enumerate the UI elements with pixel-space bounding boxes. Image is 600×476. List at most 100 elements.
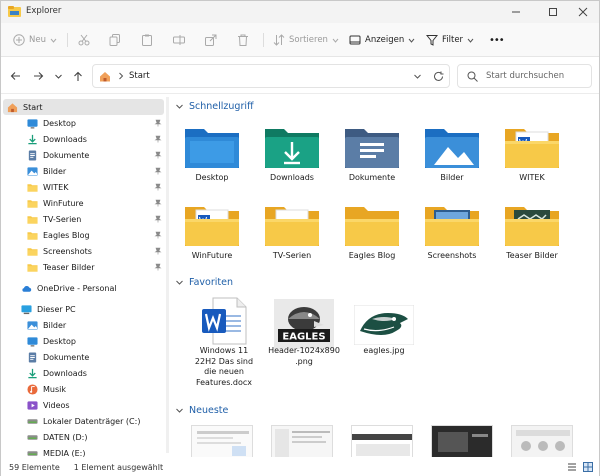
sidebar-item[interactable]: MEDIA (E:) [3, 445, 164, 457]
sidebar-item[interactable]: Screenshots [3, 243, 164, 259]
share-icon [205, 34, 217, 46]
quick-access-label: Screenshots [427, 251, 477, 260]
sidebar-item[interactable]: Bilder [3, 317, 164, 333]
favorite-item-docx[interactable]: Windows 11 22H2 Das sind die neuen Featu… [187, 295, 261, 387]
screenshot-preview [352, 426, 412, 457]
folder-icon [345, 207, 399, 246]
share-button[interactable] [205, 31, 217, 49]
explorer-app-icon [8, 6, 21, 17]
tiles-view-icon[interactable] [583, 462, 593, 472]
arrow-right-icon [33, 72, 43, 80]
quick-access-item[interactable]: Teaser Bilder [495, 195, 569, 265]
sort-button[interactable]: Sortieren [273, 31, 339, 49]
sidebar-item[interactable]: Dokumente [3, 147, 164, 163]
address-bar[interactable]: Start [92, 64, 450, 88]
search-placeholder: Start durchsuchen [486, 71, 565, 81]
copy-button[interactable] [109, 31, 121, 49]
details-view-icon[interactable] [567, 462, 577, 472]
section-header-quick-access[interactable]: Schnellzugriff [175, 101, 254, 112]
sidebar-item[interactable]: Downloads [3, 131, 164, 147]
sidebar-item[interactable]: TV-Serien [3, 211, 164, 227]
sidebar-item[interactable]: Desktop [3, 115, 164, 131]
quick-access-item[interactable]: TV-Serien [255, 195, 329, 265]
quick-access-item[interactable]: Dokumente [335, 117, 409, 187]
sidebar-item[interactable]: OneDrive - Personal [3, 280, 164, 296]
search-icon [467, 71, 478, 82]
quick-access-label: TV-Serien [272, 251, 312, 260]
sidebar-item[interactable]: Start [3, 99, 164, 115]
sidebar-item[interactable]: Musik [3, 381, 164, 397]
quick-access-item[interactable]: Eagles Blog [335, 195, 409, 265]
minimize-icon [512, 11, 520, 13]
pin-icon [154, 247, 162, 255]
quick-access-title: Schnellzugriff [189, 101, 254, 112]
recent-item-thumbnail[interactable] [431, 425, 493, 457]
sidebar-item[interactable]: Dokumente [3, 349, 164, 365]
paste-button[interactable] [141, 31, 153, 49]
eagle-head-thumbnail [354, 305, 414, 345]
chevron-down-icon[interactable] [413, 72, 422, 81]
sidebar-item-label: WITEK [43, 182, 69, 192]
sidebar-item[interactable]: Bilder [3, 163, 164, 179]
quick-access-item[interactable]: Bilder [415, 117, 489, 187]
section-header-recent[interactable]: Neueste [175, 405, 228, 416]
drive-icon [27, 450, 38, 456]
recent-title: Neueste [189, 405, 229, 416]
quick-access-label: Dokumente [348, 173, 396, 182]
video-icon [27, 400, 38, 410]
more-options-button[interactable]: ••• [489, 31, 505, 49]
sidebar-scrollbar[interactable] [166, 97, 169, 453]
sidebar-item[interactable]: WITEK [3, 179, 164, 195]
recent-item-thumbnail[interactable] [191, 425, 253, 457]
folder-icon [505, 207, 559, 246]
chevron-down-icon [50, 38, 57, 43]
favorite-item-header-png[interactable]: EAGLES Header-1024x890 .png [267, 295, 341, 387]
sidebar-item[interactable]: Eagles Blog [3, 227, 164, 243]
quick-access-label: Downloads [270, 173, 314, 182]
quick-access-item[interactable]: Desktop [175, 117, 249, 187]
status-bar: 59 Elemente 1 Element ausgewählt [1, 458, 599, 476]
quick-access-item[interactable]: WinFuture [175, 195, 249, 265]
rename-button[interactable] [173, 31, 185, 49]
sidebar-item[interactable]: Downloads [3, 365, 164, 381]
sidebar-item-label: OneDrive - Personal [37, 283, 117, 293]
maximize-button[interactable] [536, 1, 570, 23]
filter-button[interactable]: Filter [426, 31, 474, 49]
favorite-label: Header-1024x890 .png [267, 346, 341, 367]
cut-button[interactable] [78, 31, 90, 49]
favorite-item-eagles-jpg[interactable]: eagles.jpg [347, 295, 421, 387]
back-button[interactable] [7, 68, 23, 84]
recent-item-thumbnail[interactable] [511, 425, 573, 457]
new-button[interactable]: Neu [13, 31, 57, 49]
recent-item-thumbnail[interactable] [351, 425, 413, 457]
up-button[interactable] [70, 68, 86, 84]
document-icon [28, 351, 37, 363]
chevron-down-icon [176, 280, 183, 285]
pin-icon [154, 199, 162, 207]
address-crumb[interactable]: Start [129, 71, 150, 81]
recent-item-thumbnail[interactable] [271, 425, 333, 457]
quick-access-item[interactable]: Downloads [255, 117, 329, 187]
quick-access-item[interactable]: Screenshots [415, 195, 489, 265]
copy-icon [109, 34, 120, 46]
download-icon [28, 134, 37, 144]
recent-locations-button[interactable] [50, 68, 66, 84]
window-title: Explorer [26, 6, 62, 16]
sidebar-item[interactable]: Videos [3, 397, 164, 413]
sidebar-item[interactable]: WinFuture [3, 195, 164, 211]
minimize-button[interactable] [499, 1, 533, 23]
sidebar-item[interactable]: Dieser PC [3, 301, 164, 317]
forward-button[interactable] [30, 68, 46, 84]
search-box[interactable]: Start durchsuchen [457, 64, 592, 88]
close-button[interactable] [566, 1, 600, 23]
section-header-favorites[interactable]: Favoriten [175, 277, 233, 288]
delete-button[interactable] [237, 31, 249, 49]
favorite-label-line: Header-1024x890 [268, 346, 340, 355]
sidebar-item[interactable]: Teaser Bilder [3, 259, 164, 275]
sidebar-item[interactable]: DATEN (D:) [3, 429, 164, 445]
sidebar-item[interactable]: Desktop [3, 333, 164, 349]
quick-access-item[interactable]: WITEK [495, 117, 569, 187]
view-button[interactable]: Anzeigen [349, 31, 415, 49]
refresh-icon[interactable] [433, 71, 444, 82]
sidebar-item[interactable]: Lokaler Datenträger (C:) [3, 413, 164, 429]
